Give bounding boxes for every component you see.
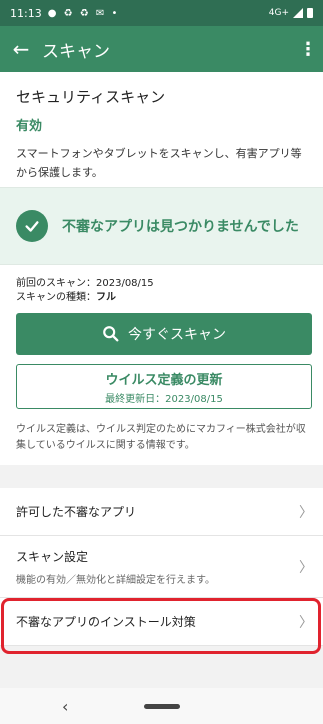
chevron-right-icon: 〉 (299, 559, 313, 576)
scan-type-label: スキャンの種類： (16, 292, 96, 303)
app-bar: ← スキャン ⋮ (0, 26, 323, 72)
scan-type-value: フル (96, 292, 116, 303)
scan-now-label: 今すぐスキャン (128, 327, 226, 343)
scan-actions-card: 前回のスキャン：2023/08/15 スキャンの種類：フル 今すぐスキャン ウイ… (0, 265, 323, 465)
page-title: スキャン (42, 41, 110, 62)
home-pill-icon[interactable] (144, 703, 180, 709)
allowed-apps-label: 許可した不審なアプリ (16, 505, 137, 519)
status-time: 11:13 (10, 6, 42, 20)
highlight-frame (1, 598, 321, 654)
last-scan-label: 前回のスキャン： (16, 278, 96, 289)
battery-icon (307, 8, 313, 18)
status-bar: 11:13 ● ♻ ♻ ✉ • 4G+ (0, 0, 323, 26)
scan-description: スマートフォンやタブレットをスキャンし、有害アプリ等から保護します。 (16, 147, 302, 179)
scan-status: 有効 (16, 119, 43, 134)
system-nav-bar: ‹ (0, 688, 323, 724)
signal-icon (293, 8, 303, 18)
arrow-left-icon[interactable]: ← (0, 37, 42, 61)
notification-icons: ● ♻ ♻ ✉ • (47, 7, 120, 19)
last-scan-value: 2023/08/15 (96, 278, 154, 289)
update-definitions-button[interactable]: ウイルス定義の更新 最終更新日：2023/08/15 (16, 364, 312, 409)
definitions-note: ウイルス定義は、ウイルス判定のためにマカフィー株式会社が収集しているウイルスに関… (16, 424, 306, 451)
security-scan-card: セキュリティスキャン 有効 スマートフォンやタブレットをスキャンし、有害アプリ等… (0, 72, 323, 187)
chevron-right-icon: 〉 (299, 504, 313, 521)
update-subtitle: 最終更新日：2023/08/15 (105, 393, 223, 405)
last-scan-line: 前回のスキャン：2023/08/15 (16, 277, 307, 291)
result-message: 不審なアプリは見つかりませんでした (62, 219, 299, 235)
scan-settings-label: スキャン設定 (16, 549, 89, 564)
scan-type-line: スキャンの種類：フル (16, 291, 307, 305)
scan-result-banner: 不審なアプリは見つかりませんでした (0, 187, 323, 265)
security-scan-heading: セキュリティスキャン (16, 88, 166, 106)
settings-item-scan-settings[interactable]: スキャン設定 機能の有効／無効化と詳細設定を行えます。 〉 (0, 536, 323, 598)
status-right: 4G+ (269, 8, 313, 18)
more-vert-icon[interactable]: ⋮ (293, 39, 323, 60)
network-label: 4G+ (268, 8, 289, 18)
scan-now-button[interactable]: 今すぐスキャン (16, 313, 312, 355)
scan-settings-sub: 機能の有効／無効化と詳細設定を行えます。 (16, 574, 215, 586)
settings-item-allowed-apps[interactable]: 許可した不審なアプリ 〉 (0, 488, 323, 536)
update-title: ウイルス定義の更新 (105, 372, 223, 388)
search-icon (103, 326, 119, 342)
nav-back-icon[interactable]: ‹ (62, 697, 68, 716)
check-circle-icon (16, 210, 48, 242)
